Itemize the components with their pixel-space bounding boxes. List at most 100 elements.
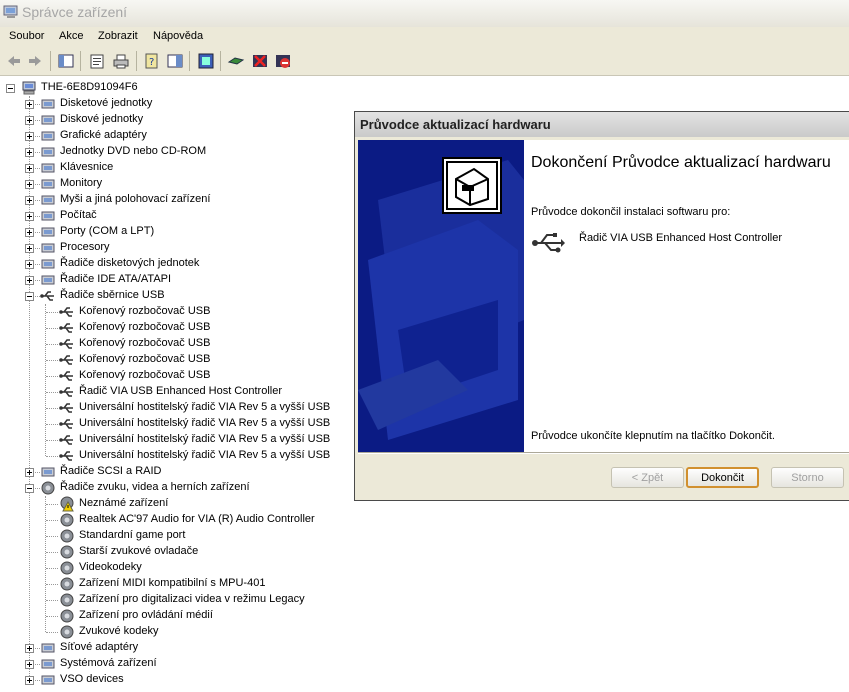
- tree-device[interactable]: Starší zvukové ovladače: [0, 544, 340, 560]
- tree-device[interactable]: Kořenový rozbočovač USB: [0, 320, 340, 336]
- tree-device[interactable]: Kořenový rozbočovač USB: [0, 352, 340, 368]
- dialog-titlebar[interactable]: Průvodce aktualizací hardwaru: [355, 112, 849, 137]
- tree-root[interactable]: THE-6E8D91094F6: [0, 80, 300, 96]
- expand-toggle[interactable]: [25, 196, 34, 205]
- collapse-toggle[interactable]: [6, 84, 15, 93]
- expand-toggle[interactable]: [25, 212, 34, 221]
- expand-toggle[interactable]: [25, 644, 34, 653]
- tree-device-label: Řadič VIA USB Enhanced Host Controller: [79, 385, 282, 397]
- warning-device-icon: [60, 496, 74, 512]
- floppy-controller-icon: [41, 259, 55, 269]
- menu-soubor[interactable]: Soubor: [9, 30, 44, 42]
- tree-category[interactable]: Řadiče disketových jednotek: [0, 256, 330, 272]
- usb-device-icon: [59, 403, 73, 413]
- expand-toggle[interactable]: [25, 148, 34, 157]
- tree-category[interactable]: Síťové adaptéry: [0, 640, 330, 656]
- expand-toggle[interactable]: [25, 100, 34, 109]
- tree-device[interactable]: Realtek AC'97 Audio for VIA (R) Audio Co…: [0, 512, 340, 528]
- update-driver-icon[interactable]: [227, 52, 245, 70]
- tree-category-label: Řadiče disketových jednotek: [60, 257, 200, 269]
- tree-device[interactable]: Zařízení pro ovládání médií: [0, 608, 340, 624]
- wizard-heading: Dokončení Průvodce aktualizací hardwaru: [531, 154, 831, 171]
- expand-toggle[interactable]: [25, 276, 34, 285]
- finish-button[interactable]: Dokončit: [686, 467, 759, 488]
- properties-icon[interactable]: [88, 52, 106, 70]
- cancel-button[interactable]: Storno: [771, 467, 844, 488]
- action-pane-icon[interactable]: [166, 52, 184, 70]
- tree-category[interactable]: Řadiče zvuku, videa a herních zařízení: [0, 480, 330, 496]
- tree-category-label: VSO devices: [60, 673, 124, 685]
- tree-category[interactable]: VSO devices: [0, 672, 330, 688]
- expand-toggle[interactable]: [25, 244, 34, 253]
- expand-toggle[interactable]: [25, 132, 34, 141]
- tree-device[interactable]: Universální hostitelský řadič VIA Rev 5 …: [0, 416, 340, 432]
- expand-toggle[interactable]: [25, 116, 34, 125]
- print-icon[interactable]: [112, 52, 130, 70]
- back-icon[interactable]: [5, 52, 23, 70]
- tree-device[interactable]: Kořenový rozbočovač USB: [0, 368, 340, 384]
- tree-category[interactable]: Systémová zařízení: [0, 656, 330, 672]
- menu-akce[interactable]: Akce: [59, 30, 83, 42]
- tree-category[interactable]: Diskové jednotky: [0, 112, 330, 128]
- expand-toggle[interactable]: [25, 468, 34, 477]
- tree-device[interactable]: Zařízení MIDI kompatibilní s MPU-401: [0, 576, 340, 592]
- tree-category[interactable]: Počítač: [0, 208, 330, 224]
- tree-category[interactable]: Myši a jiná polohovací zařízení: [0, 192, 330, 208]
- tree-category[interactable]: Monitory: [0, 176, 330, 192]
- tree-category[interactable]: Řadiče sběrnice USB: [0, 288, 330, 304]
- tree-device[interactable]: Videokodeky: [0, 560, 340, 576]
- tree-device[interactable]: Universální hostitelský řadič VIA Rev 5 …: [0, 432, 340, 448]
- tree-category[interactable]: Procesory: [0, 240, 330, 256]
- tree-category-label: Řadiče SCSI a RAID: [60, 465, 162, 477]
- tree-device[interactable]: Universální hostitelský řadič VIA Rev 5 …: [0, 448, 340, 464]
- tree-device-label: Videokodeky: [79, 561, 142, 573]
- tree-category-label: Diskové jednotky: [60, 113, 144, 125]
- expand-toggle[interactable]: [25, 164, 34, 173]
- tree-device[interactable]: Zařízení pro digitalizaci videa v režimu…: [0, 592, 340, 608]
- tree-device[interactable]: Universální hostitelský řadič VIA Rev 5 …: [0, 400, 340, 416]
- port-icon: [41, 227, 55, 237]
- dialog-divider: [358, 452, 849, 454]
- tree-device-label: Universální hostitelský řadič VIA Rev 5 …: [79, 401, 331, 413]
- help-icon[interactable]: ?: [143, 52, 161, 70]
- tree-device[interactable]: Zvukové kodeky: [0, 624, 340, 640]
- tree-category-label: Procesory: [60, 241, 110, 253]
- tree-category[interactable]: Řadiče SCSI a RAID: [0, 464, 330, 480]
- scan-hardware-icon[interactable]: [197, 52, 215, 70]
- tree-device[interactable]: Standardní game port: [0, 528, 340, 544]
- collapse-toggle[interactable]: [25, 484, 34, 493]
- menu-napoveda[interactable]: Nápověda: [153, 30, 203, 42]
- usb-device-icon: [59, 307, 73, 317]
- window-titlebar[interactable]: Správce zařízení: [0, 0, 849, 27]
- tree-category[interactable]: Klávesnice: [0, 160, 330, 176]
- tree-device-label: Kořenový rozbočovač USB: [79, 305, 211, 317]
- tree-category[interactable]: Disketové jednotky: [0, 96, 330, 112]
- sound-device-icon: [60, 609, 74, 623]
- tree-device[interactable]: Kořenový rozbočovač USB: [0, 304, 340, 320]
- tree-device[interactable]: Neznámé zařízení: [0, 496, 340, 512]
- tree-device-label: Neznámé zařízení: [79, 497, 169, 509]
- tree-category-label: Síťové adaptéry: [60, 641, 139, 653]
- back-button[interactable]: < Zpět: [611, 467, 684, 488]
- forward-icon[interactable]: [26, 52, 44, 70]
- mouse-icon: [41, 195, 55, 205]
- tree-category[interactable]: Grafické adaptéry: [0, 128, 330, 144]
- uninstall-icon[interactable]: [251, 52, 269, 70]
- tree-device[interactable]: Řadič VIA USB Enhanced Host Controller: [0, 384, 340, 400]
- collapse-toggle[interactable]: [25, 292, 34, 301]
- expand-toggle[interactable]: [25, 676, 34, 685]
- tree-category[interactable]: Řadiče IDE ATA/ATAPI: [0, 272, 330, 288]
- computer-icon: [41, 211, 55, 221]
- menu-zobrazit[interactable]: Zobrazit: [98, 30, 138, 42]
- tree-category[interactable]: Jednotky DVD nebo CD-ROM: [0, 144, 330, 160]
- tree-device-label: Kořenový rozbočovač USB: [79, 337, 211, 349]
- show-hide-tree-icon[interactable]: [57, 52, 75, 70]
- disable-icon[interactable]: [274, 52, 292, 70]
- tree-category-label: Myši a jiná polohovací zařízení: [60, 193, 211, 205]
- expand-toggle[interactable]: [25, 180, 34, 189]
- expand-toggle[interactable]: [25, 260, 34, 269]
- tree-category[interactable]: Porty (COM a LPT): [0, 224, 330, 240]
- expand-toggle[interactable]: [25, 228, 34, 237]
- expand-toggle[interactable]: [25, 660, 34, 669]
- tree-device[interactable]: Kořenový rozbočovač USB: [0, 336, 340, 352]
